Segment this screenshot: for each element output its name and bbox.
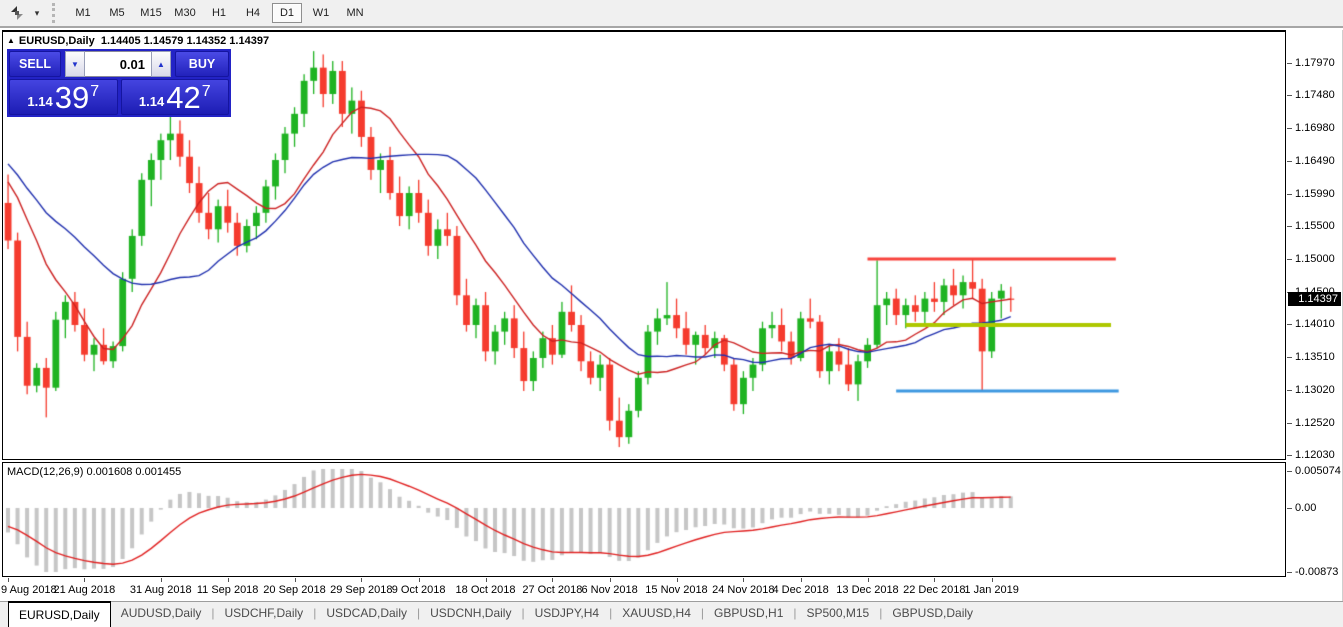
chart-arrows-icon[interactable] <box>4 2 30 24</box>
one-click-trading-panel: SELL ▼ ▲ BUY 1.14397 1.14427 <box>7 49 231 117</box>
date-axis-tick <box>486 578 487 582</box>
date-axis-tick <box>992 578 993 582</box>
date-axis-tick <box>743 578 744 582</box>
chart-tab-sp500-m15[interactable]: SP500,M15 <box>797 602 880 627</box>
timeframe-buttons: M1M5M15M30H1H4D1W1MN <box>66 3 372 23</box>
collapse-arrow-icon[interactable]: ▲ <box>7 36 15 45</box>
chart-arrows-glyph <box>9 6 25 21</box>
buy-price-prefix: 1.14 <box>139 95 164 112</box>
chart-tab-usdcad-daily[interactable]: USDCAD,Daily <box>316 602 417 627</box>
chart-ohlc-values: 1.14405 1.14579 1.14352 1.14397 <box>101 35 269 47</box>
date-axis-tick <box>801 578 802 582</box>
date-axis-tick <box>8 578 9 582</box>
timeframe-button-m30[interactable]: M30 <box>170 3 200 23</box>
price-axis-tick <box>1287 471 1292 472</box>
price-axis-tick <box>1287 324 1292 325</box>
date-axis-label: 21 Aug 2018 <box>42 584 126 596</box>
price-axis-label: 1.13020 <box>1295 384 1335 396</box>
date-axis-tick <box>295 578 296 582</box>
chart-symbol-label: EURUSD,Daily <box>19 35 95 47</box>
price-axis-tick <box>1287 357 1292 358</box>
sell-button[interactable]: SELL <box>9 51 61 77</box>
sell-price-sup: 7 <box>90 84 99 100</box>
macd-canvas[interactable] <box>3 463 1285 576</box>
sell-price-prefix: 1.14 <box>27 95 52 112</box>
price-axis-tick <box>1287 128 1292 129</box>
volume-increase-button[interactable]: ▲ <box>151 51 171 77</box>
price-axis-label: 0.005074 <box>1295 465 1341 477</box>
date-axis-tick <box>361 578 362 582</box>
price-axis-tick <box>1287 508 1292 509</box>
chart-tab-eurusd-daily[interactable]: EURUSD,Daily <box>8 601 111 627</box>
sell-price-big: 39 <box>55 83 89 112</box>
chart-tab-usdcnh-daily[interactable]: USDCNH,Daily <box>420 602 521 627</box>
price-axis-label: 1.17970 <box>1295 57 1335 69</box>
date-axis-tick <box>161 578 162 582</box>
chart-tab-usdchf-daily[interactable]: USDCHF,Daily <box>215 602 314 627</box>
buy-price-sup: 7 <box>202 84 211 100</box>
buy-price-button[interactable]: 1.14427 <box>121 79 230 115</box>
buy-button[interactable]: BUY <box>175 51 229 77</box>
price-axis[interactable]: 1.17970 1.17480 1.16980 1.16490 1.15990 1.155… <box>1287 30 1343 601</box>
sell-price-button[interactable]: 1.14397 <box>9 79 118 115</box>
volume-decrease-button[interactable]: ▼ <box>65 51 85 77</box>
timeframe-button-mn[interactable]: MN <box>340 3 370 23</box>
date-axis[interactable]: 9 Aug 201821 Aug 201831 Aug 201811 Sep 2… <box>0 578 1287 601</box>
chart-tab-gbpusd-h1[interactable]: GBPUSD,H1 <box>704 602 793 627</box>
timeframe-button-h1[interactable]: H1 <box>204 3 234 23</box>
price-axis-label: 1.17480 <box>1295 89 1335 101</box>
price-axis-label: 1.15990 <box>1295 188 1335 200</box>
chart-tab-usdjpy-h4[interactable]: USDJPY,H4 <box>525 602 609 627</box>
timeframe-button-d1[interactable]: D1 <box>272 3 302 23</box>
price-axis-label: 0.00 <box>1295 502 1316 514</box>
current-price-badge: 1.14397 <box>1288 292 1341 306</box>
volume-input[interactable] <box>85 51 151 77</box>
timeframe-button-h4[interactable]: H4 <box>238 3 268 23</box>
price-axis-tick <box>1287 226 1292 227</box>
price-axis-label: 1.15500 <box>1295 220 1335 232</box>
date-axis-tick <box>934 578 935 582</box>
date-axis-tick <box>419 578 420 582</box>
macd-indicator-label: MACD(12,26,9) 0.001608 0.001455 <box>7 466 181 478</box>
price-axis-tick <box>1287 161 1292 162</box>
timeframe-button-w1[interactable]: W1 <box>306 3 336 23</box>
periods-toolbar: ▾ M1M5M15M30H1H4D1W1MN <box>0 0 1343 28</box>
price-axis-label: 1.12030 <box>1295 449 1335 461</box>
price-axis-tick <box>1287 259 1292 260</box>
timeframe-button-m15[interactable]: M15 <box>136 3 166 23</box>
macd-panel <box>2 462 1286 577</box>
chart-tab-audusd-daily[interactable]: AUDUSD,Daily <box>111 602 212 627</box>
timeframe-button-m1[interactable]: M1 <box>68 3 98 23</box>
date-axis-tick <box>228 578 229 582</box>
price-axis-label: 1.14010 <box>1295 318 1335 330</box>
date-axis-label: 1 Jan 2019 <box>950 584 1034 596</box>
toolbar-dropdown-caret[interactable]: ▾ <box>30 8 44 19</box>
mt4-window: { "toolbar": { "timeframes": ["M1","M5",… <box>0 0 1343 627</box>
timeframe-button-m5[interactable]: M5 <box>102 3 132 23</box>
price-axis-label: 1.16490 <box>1295 155 1335 167</box>
date-axis-tick <box>868 578 869 582</box>
chart-tab-xauusd-h4[interactable]: XAUUSD,H4 <box>612 602 701 627</box>
date-axis-tick <box>677 578 678 582</box>
price-axis-tick <box>1287 95 1292 96</box>
buy-price-big: 42 <box>166 83 200 112</box>
toolbar-grip[interactable] <box>52 3 60 23</box>
price-axis-label: 1.13510 <box>1295 351 1335 363</box>
date-axis-tick <box>84 578 85 582</box>
price-axis-tick <box>1287 194 1292 195</box>
price-axis-tick <box>1287 63 1292 64</box>
date-axis-tick <box>610 578 611 582</box>
chart-tab-gbpusd-daily[interactable]: GBPUSD,Daily <box>882 602 983 627</box>
price-axis-tick <box>1287 572 1292 573</box>
price-axis-label: 1.12520 <box>1295 417 1335 429</box>
price-axis-tick <box>1287 390 1292 391</box>
price-axis-label: -0.00873 <box>1295 566 1338 578</box>
date-axis-tick <box>552 578 553 582</box>
price-axis-tick <box>1287 455 1292 456</box>
price-axis-tick <box>1287 423 1292 424</box>
chart-tab-bar: EURUSD,DailyAUDUSD,Daily|USDCHF,Daily|US… <box>0 601 1343 627</box>
price-axis-label: 1.15000 <box>1295 253 1335 265</box>
chart-title: ▲ EURUSD,Daily 1.14405 1.14579 1.14352 1.… <box>7 35 269 47</box>
price-axis-label: 1.16980 <box>1295 122 1335 134</box>
